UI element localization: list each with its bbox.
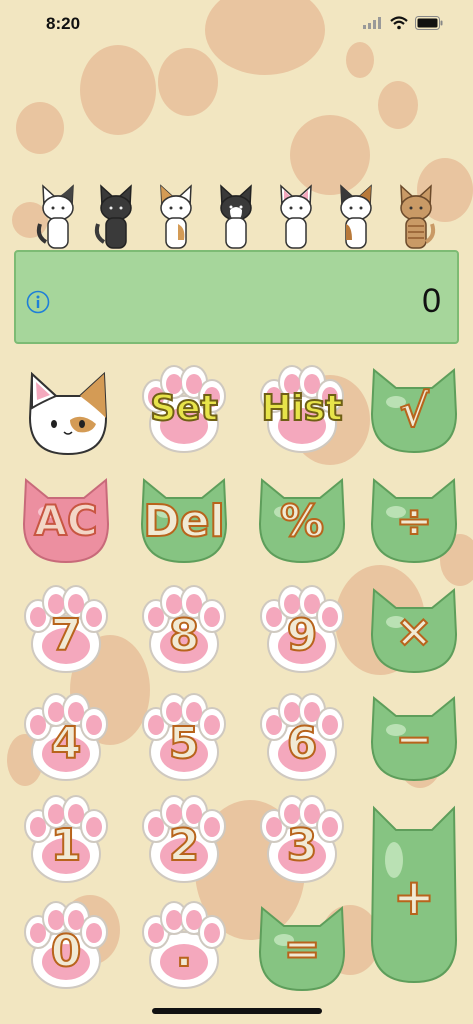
battery-icon [415,16,443,30]
paw-key-icon [142,585,226,673]
nine-button[interactable]: 9 [254,582,350,678]
paw-key-icon [142,693,226,781]
paw-key-icon [142,365,226,453]
del-button[interactable]: Del [136,472,232,568]
zero-button[interactable]: 0 [18,898,114,994]
display-value: 0 [422,282,441,320]
equals-button[interactable]: = [254,900,350,996]
green-cat-key-icon [370,587,458,674]
white-cat-icon [36,184,74,249]
three-button[interactable]: 3 [254,792,350,888]
paw-key-icon [142,901,226,989]
home-indicator[interactable] [152,1008,322,1014]
green-cat-key-icon [370,367,458,454]
green-cat-key-icon [140,477,228,564]
green-cat-key-icon [370,695,458,782]
percent-button[interactable]: % [254,472,350,568]
pink-cat-key-icon [22,477,110,564]
five-button[interactable]: 5 [136,690,232,786]
cat-row [0,180,473,252]
ac-button[interactable]: AC [18,472,114,568]
four-button[interactable]: 4 [18,690,114,786]
paw-key-icon [142,795,226,883]
tuxedo-cat-icon [220,184,252,249]
status-time: 8:20 [46,14,81,33]
paw-key-icon [260,365,344,453]
cellular-signal-icon [363,17,381,29]
green-cat-key-icon [258,905,346,992]
one-button[interactable]: 1 [18,792,114,888]
hist-button[interactable]: Hist [254,362,350,458]
calico-cat-button[interactable] [20,368,116,464]
sqrt-button[interactable]: √ [366,362,462,458]
paw-key-icon [24,585,108,673]
tall-green-cat-key-icon [370,805,458,984]
seven-button[interactable]: 7 [18,582,114,678]
six-button[interactable]: 6 [254,690,350,786]
paw-key-icon [24,795,108,883]
divide-button[interactable]: ÷ [366,472,462,568]
wifi-icon [390,16,408,30]
multiply-button[interactable]: × [366,582,462,678]
calculator-display: 0 [14,250,459,344]
decimal-button[interactable]: . [136,898,232,994]
eight-button[interactable]: 8 [136,582,232,678]
calico-cat-face-icon [28,371,108,456]
green-cat-key-icon [370,477,458,564]
plus-button[interactable]: + [366,800,462,986]
set-button[interactable]: Set [136,362,232,458]
paw-key-icon [24,693,108,781]
status-bar: 8:20 [0,0,473,50]
tortie-cat-icon [340,184,372,249]
minus-button[interactable]: − [366,690,462,786]
paw-key-icon [260,693,344,781]
calico-cat-icon [160,184,192,249]
tabby-cat-icon [400,184,436,249]
two-button[interactable]: 2 [136,792,232,888]
paw-key-icon [260,795,344,883]
green-cat-key-icon [258,477,346,564]
paw-key-icon [260,585,344,673]
white-cat-icon [280,184,312,249]
black-cat-icon [94,184,132,249]
info-icon[interactable] [26,290,50,314]
paw-key-icon [24,901,108,989]
